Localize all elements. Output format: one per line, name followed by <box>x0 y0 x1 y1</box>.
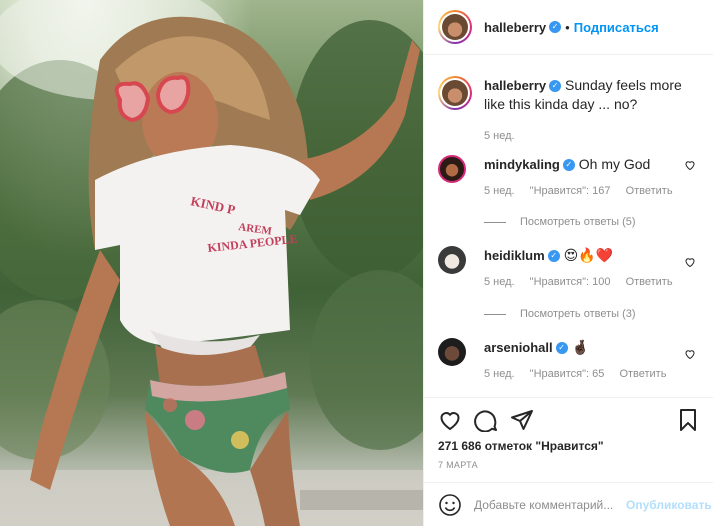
view-replies-label: Посмотреть ответы (5) <box>520 216 636 228</box>
comment-likes[interactable]: "Нравится": 65 <box>530 368 605 380</box>
comment-avatar[interactable] <box>438 155 466 183</box>
comment-icon[interactable] <box>474 408 498 432</box>
comment-text: 😍🔥❤️ <box>563 247 614 263</box>
view-replies-button[interactable]: Посмотреть ответы (3) <box>484 308 636 320</box>
comment-time[interactable]: 5 нед. <box>484 368 515 380</box>
comment-item: arseniohall ✓ 🤞🏿 5 нед. "Нравится": 65 От… <box>438 338 706 383</box>
comment-input[interactable]: Добавьте комментарий... <box>474 498 622 512</box>
view-replies-label: Посмотреть ответы (3) <box>520 308 636 320</box>
comment-like-heart-icon[interactable] <box>684 348 696 360</box>
comment-time[interactable]: 5 нед. <box>484 185 515 197</box>
comment-likes[interactable]: "Нравится": 100 <box>530 276 611 288</box>
replies-divider <box>484 313 506 315</box>
comment-username[interactable]: mindykaling <box>484 157 560 172</box>
reply-button[interactable]: Ответить <box>626 185 673 197</box>
post-date[interactable]: 7 МАРТА <box>438 460 478 470</box>
comment-username[interactable]: heidiklum <box>484 248 545 263</box>
post-header: halleberry ✓ • Подписаться <box>424 0 713 55</box>
comment-text: 🤞🏿 <box>571 339 589 355</box>
comment-time[interactable]: 5 нед. <box>484 276 515 288</box>
comment-verified-badge-icon: ✓ <box>547 250 560 263</box>
post-actions: 271 686 отметок "Нравится" 7 МАРТА <box>424 397 713 470</box>
view-replies-button[interactable]: Посмотреть ответы (5) <box>484 216 636 228</box>
share-icon[interactable] <box>510 408 534 432</box>
reply-button[interactable]: Ответить <box>619 368 666 380</box>
header-separator: • <box>565 19 570 35</box>
post-side-panel: halleberry ✓ • Подписаться halleberry ✓ S… <box>423 0 713 526</box>
reply-button[interactable]: Ответить <box>626 276 673 288</box>
caption-author-avatar[interactable] <box>438 76 472 110</box>
heart-icon[interactable] <box>438 408 462 432</box>
comment-avatar[interactable] <box>438 246 466 274</box>
caption-verified-badge-icon: ✓ <box>549 80 562 93</box>
caption-time[interactable]: 5 нед. <box>484 127 700 145</box>
follow-button[interactable]: Подписаться <box>574 20 659 35</box>
comment-verified-badge-icon: ✓ <box>555 342 568 355</box>
author-username[interactable]: halleberry <box>484 20 546 35</box>
replies-divider <box>484 221 506 223</box>
smiley-icon[interactable] <box>438 493 462 517</box>
caption-username[interactable]: halleberry <box>484 78 546 93</box>
comment-username[interactable]: arseniohall <box>484 340 553 355</box>
comment-item: heidiklum ✓ 😍🔥❤️ 5 нед. "Нравится": 100 О… <box>438 246 706 291</box>
likes-count[interactable]: 271 686 отметок "Нравится" <box>438 439 604 453</box>
comment-like-heart-icon[interactable] <box>684 159 696 171</box>
comment-avatar[interactable] <box>438 338 466 366</box>
comment-text: Oh my God <box>578 156 651 172</box>
add-comment-bar: Добавьте комментарий... Опубликовать <box>424 482 713 526</box>
instagram-post: KIND P AREM KINDA PEOPLE halleberry ✓ • … <box>0 0 713 526</box>
post-caption: halleberry ✓ Sunday feels more like this … <box>438 76 700 145</box>
publish-button[interactable]: Опубликовать <box>626 498 712 512</box>
comment-like-heart-icon[interactable] <box>684 256 696 268</box>
comment-verified-badge-icon: ✓ <box>562 159 575 172</box>
verified-badge-icon: ✓ <box>549 21 562 33</box>
bookmark-icon[interactable] <box>676 408 700 432</box>
author-avatar[interactable] <box>438 10 472 44</box>
photo-illustration: KIND P AREM KINDA PEOPLE <box>0 0 423 526</box>
comment-likes[interactable]: "Нравится": 167 <box>530 185 611 197</box>
post-photo[interactable]: KIND P AREM KINDA PEOPLE <box>0 0 423 526</box>
comment-item: mindykaling ✓ Oh my God 5 нед. "Нравится"… <box>438 155 706 200</box>
